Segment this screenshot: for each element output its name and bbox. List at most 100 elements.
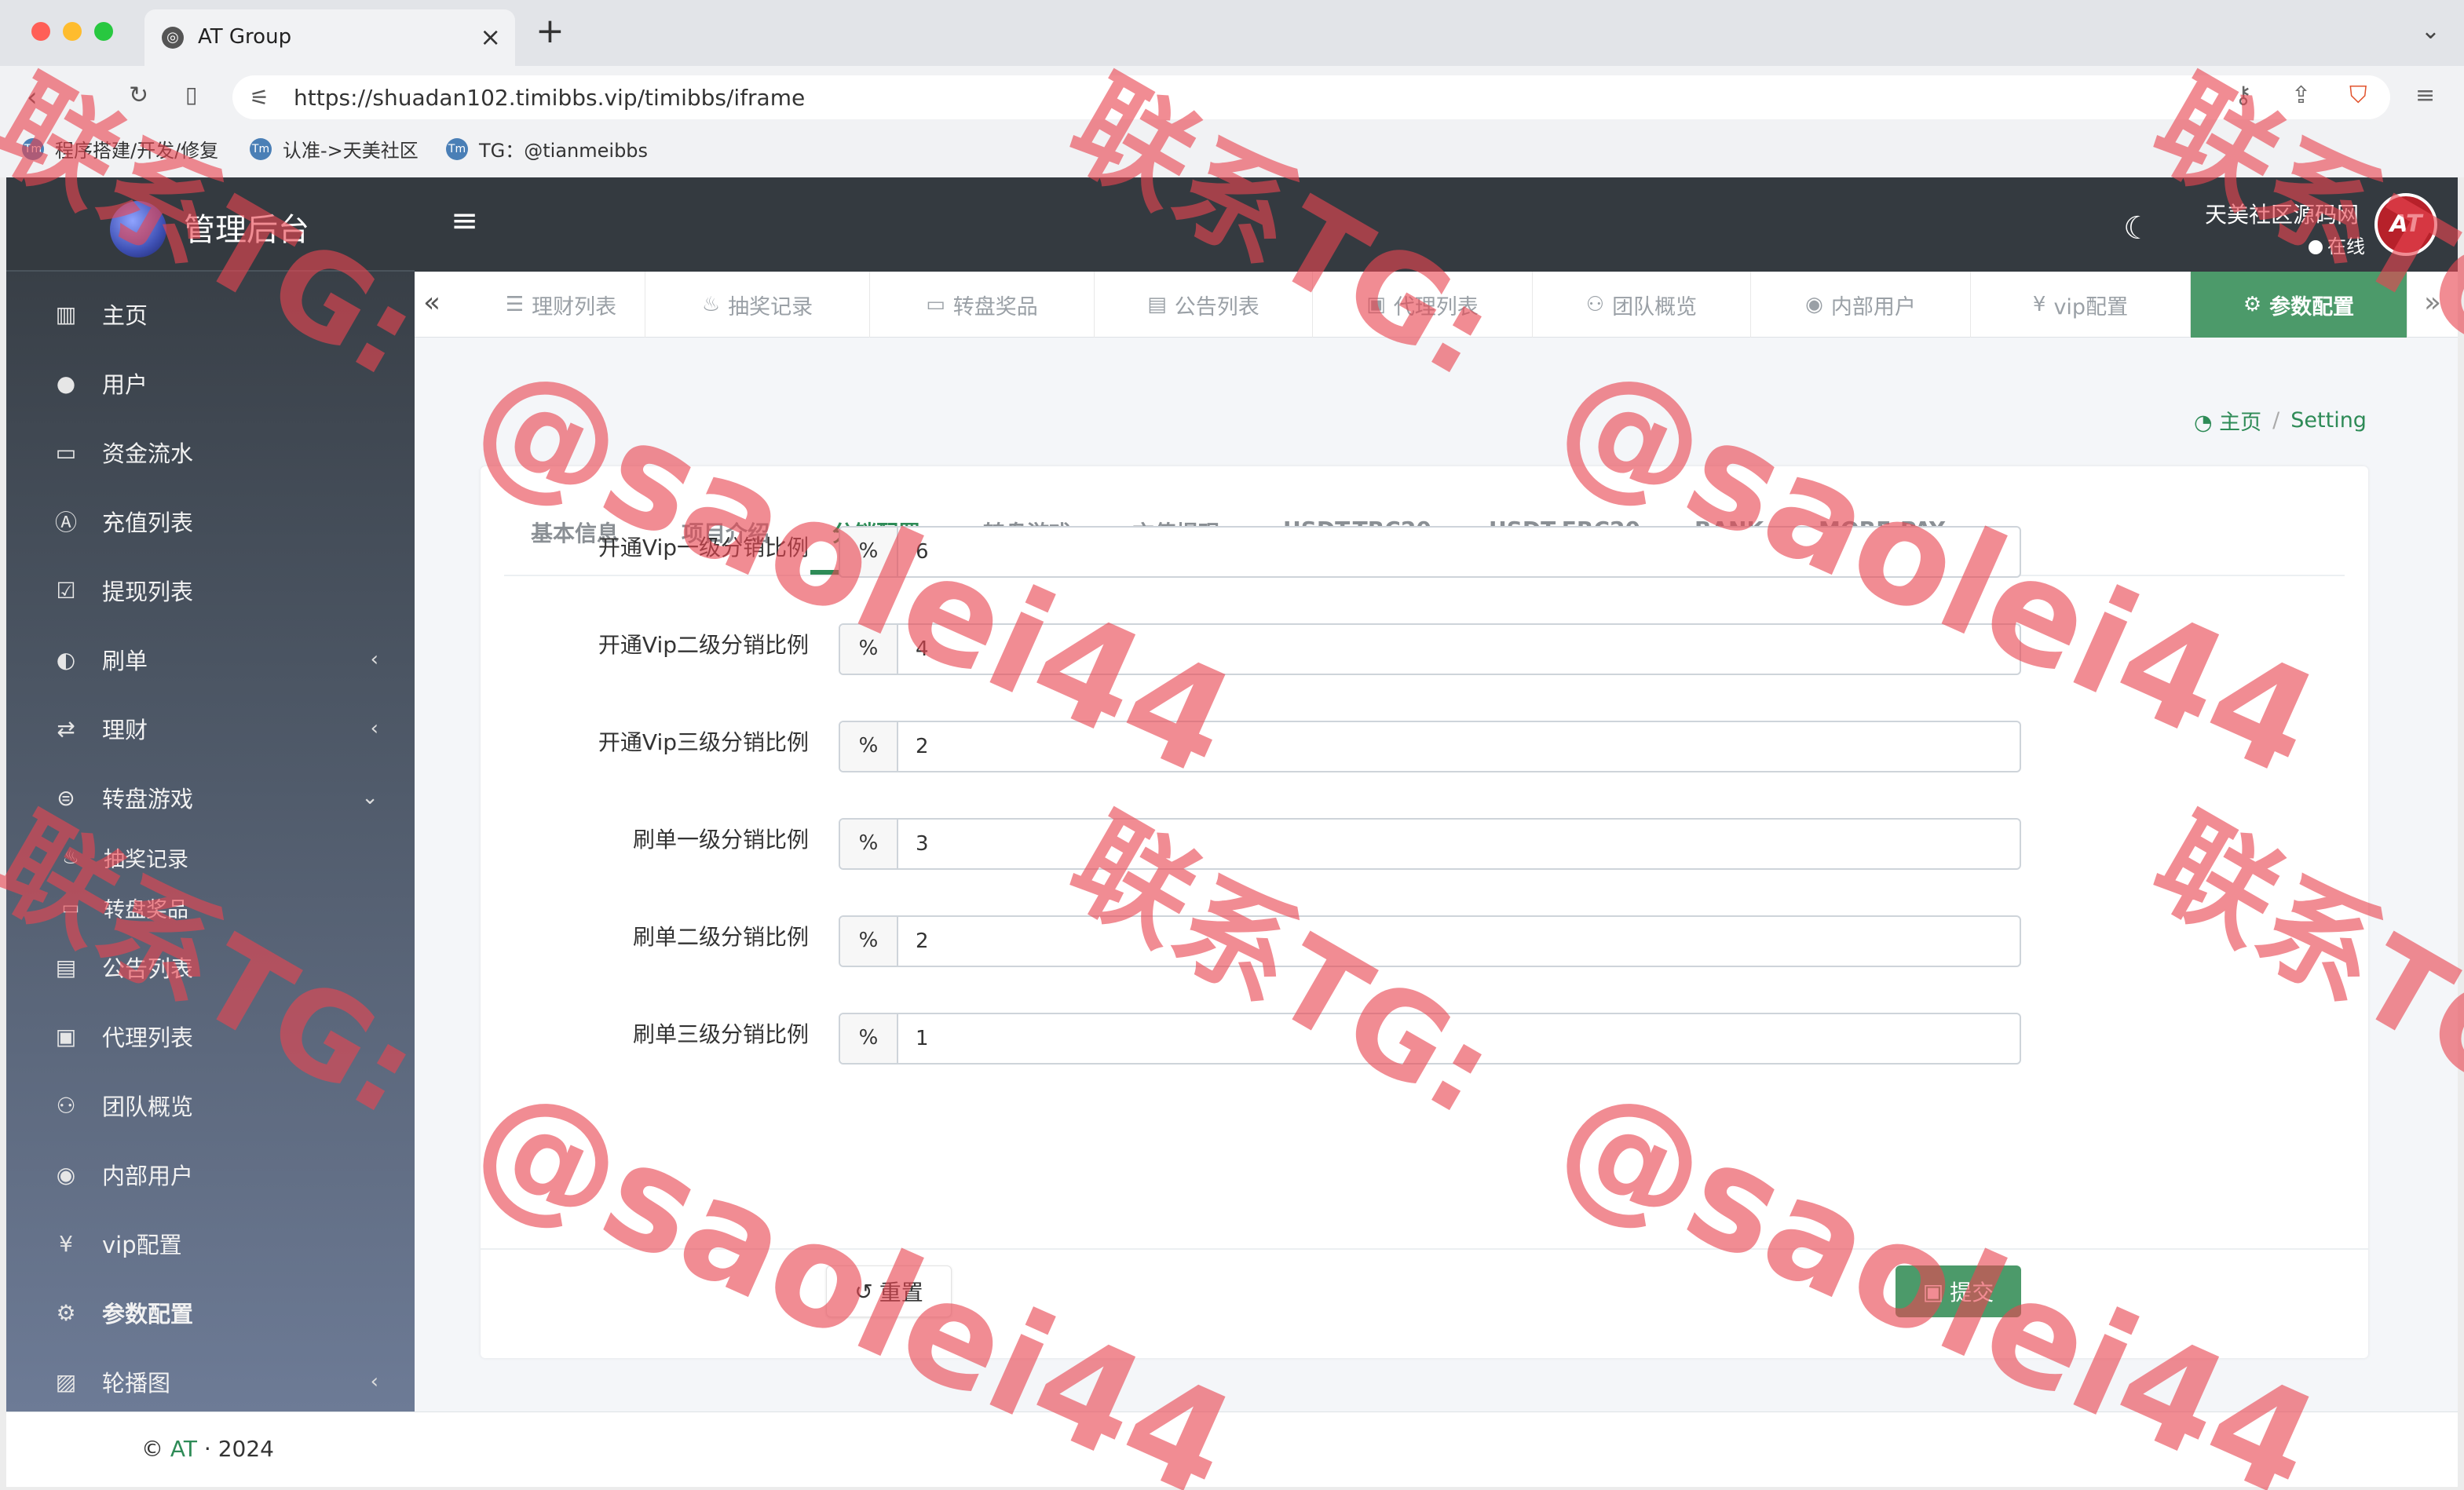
sidebar-item-10[interactable]: ⚇ 团队概览 bbox=[6, 1074, 415, 1137]
sidebar-subitem-1[interactable]: ▭ 转盘奖品 bbox=[6, 886, 415, 929]
share-icon[interactable]: ⇪ bbox=[2291, 82, 2311, 109]
key-icon[interactable]: ⚷ bbox=[2235, 82, 2252, 109]
bookmark-item[interactable]: Tm 认准->天美社区 bbox=[250, 135, 419, 163]
percent-addon: % bbox=[840, 917, 898, 966]
sidebar-item-label: vip配置 bbox=[102, 1232, 182, 1258]
page-tab-0[interactable]: ☰ 理财列表 bbox=[477, 272, 645, 338]
sidebar-item-13[interactable]: ⚙ 参数配置 bbox=[6, 1281, 415, 1344]
page-tab-1[interactable]: ♨ 抽奖记录 bbox=[645, 272, 870, 338]
field-label: 开通Vip二级分销比例 bbox=[598, 632, 809, 658]
sidebar-item-label: 内部用户 bbox=[102, 1163, 194, 1189]
admin-app: 管理后台 ▥ 主页 ● 用户 ▭ 资金流水 Ⓐ 充值列表 ☑ 提现列表 ◐ 刷单 ‹ ⇄ 理财 ‹ ⊜ 转盘游戏 ⌄… bbox=[6, 177, 2458, 1487]
sidebar-item-0[interactable]: ▥ 主页 bbox=[6, 283, 415, 345]
sidebar-item-3[interactable]: Ⓐ 充值列表 bbox=[6, 490, 415, 553]
save-icon: ▣ bbox=[1922, 1278, 1944, 1305]
site-settings-icon[interactable]: ⚟ bbox=[250, 85, 269, 111]
users-icon: ⚇ bbox=[1585, 293, 1605, 316]
reload-icon[interactable]: ↻ bbox=[129, 82, 148, 109]
page-tab-7[interactable]: ¥ vip配置 bbox=[1971, 272, 2191, 338]
ratio-input[interactable]: % 6 bbox=[839, 526, 2021, 578]
cogs-icon: ⚙ bbox=[2243, 293, 2262, 316]
footer-brand-link[interactable]: AT bbox=[170, 1436, 197, 1462]
zoom-window-button[interactable] bbox=[94, 22, 113, 41]
bookmark-item[interactable]: Tm 程序搭建/开发/修复 bbox=[22, 135, 218, 163]
reset-button[interactable]: ↺ 重置 bbox=[826, 1265, 952, 1317]
sidebar-subitem-0[interactable]: ♨ 抽奖记录 bbox=[6, 835, 415, 879]
input-value: 2 bbox=[916, 735, 929, 758]
sidebar-item-12[interactable]: ¥ vip配置 bbox=[6, 1212, 415, 1275]
user-name[interactable]: 天美社区源码网 bbox=[2205, 198, 2359, 229]
browser-tab[interactable]: ◎ AT Group × bbox=[144, 9, 515, 66]
address-bar[interactable]: ⚟ https://shuadan102.timibbs.vip/timibbs… bbox=[232, 75, 2390, 119]
input-value: 6 bbox=[916, 540, 929, 564]
dark-mode-toggle-icon[interactable]: ☾ bbox=[2123, 210, 2151, 247]
bookmark-icon[interactable]: ▯ bbox=[185, 82, 197, 108]
page-tab-label: 理财列表 bbox=[532, 294, 617, 320]
page-tab-6[interactable]: ◉ 内部用户 bbox=[1751, 272, 1971, 338]
ratio-input[interactable]: % 2 bbox=[839, 915, 2021, 967]
chevron-down-icon[interactable]: ⌄ bbox=[2421, 17, 2440, 45]
form-row: 开通Vip三级分销比例% 2 bbox=[481, 721, 2368, 772]
checkbox-icon: ☑ bbox=[56, 577, 76, 604]
ratio-input[interactable]: % 1 bbox=[839, 1013, 2021, 1065]
sidebar-item-9[interactable]: ▣ 代理列表 bbox=[6, 1005, 415, 1068]
id-badge-icon: ▣ bbox=[55, 1023, 77, 1050]
page-tab-3[interactable]: ▤ 公告列表 bbox=[1095, 272, 1313, 338]
ratio-input[interactable]: % 2 bbox=[839, 721, 2021, 772]
sidebar-item-label: 轮播图 bbox=[102, 1370, 171, 1397]
avatar[interactable]: AT bbox=[2374, 193, 2437, 256]
form-row: 开通Vip二级分销比例 % 4 bbox=[481, 623, 2368, 675]
menu-icon[interactable]: ≡ bbox=[2415, 82, 2435, 109]
page-tab-5[interactable]: ⚇ 团队概览 bbox=[1533, 272, 1751, 338]
page-tab-label: 参数配置 bbox=[2269, 294, 2355, 320]
browser-chrome: ◎ AT Group × + ⌄ ‹ ↻ ▯ ⚟ https://shuadan… bbox=[0, 0, 2464, 177]
online-dot-icon bbox=[2309, 240, 2323, 254]
sidebar-item-1[interactable]: ● 用户 bbox=[6, 352, 415, 414]
sidebar-item-5[interactable]: ◐ 刷单 ‹ bbox=[6, 628, 415, 691]
page-footer: © AT · 2024 bbox=[6, 1411, 2458, 1487]
submit-button[interactable]: ▣ 提交 bbox=[1896, 1265, 2021, 1317]
page-tab-8[interactable]: ⚙ 参数配置 bbox=[2191, 272, 2407, 338]
breadcrumb-home[interactable]: ◔ 主页 bbox=[2194, 405, 2261, 436]
hamburger-menu-icon[interactable]: ≡ bbox=[451, 201, 478, 239]
tabs-scroll-left-icon[interactable]: « bbox=[415, 272, 449, 338]
sidebar-item-label: 主页 bbox=[102, 302, 148, 329]
minimize-window-button[interactable] bbox=[63, 22, 82, 41]
close-tab-icon[interactable]: × bbox=[480, 22, 501, 52]
user-icon: ● bbox=[56, 370, 76, 396]
cake-icon: ♨ bbox=[62, 846, 79, 868]
settings-card: 基本信息项目介绍分销配置转盘游戏充值提现USDT-TRC20USDT-ERC20… bbox=[481, 466, 2368, 1358]
page-tab-label: 转盘奖品 bbox=[952, 294, 1038, 320]
new-tab-icon[interactable]: + bbox=[536, 11, 565, 51]
user-status: 在线 bbox=[2309, 231, 2365, 258]
page-tab-2[interactable]: ▭ 转盘奖品 bbox=[870, 272, 1095, 338]
breadcrumb-current: Setting bbox=[2290, 408, 2367, 433]
bookmark-item[interactable]: Tm TG：@tianmeibbs bbox=[446, 135, 648, 163]
document-icon: ▤ bbox=[55, 954, 77, 981]
brand[interactable]: 管理后台 bbox=[6, 177, 415, 272]
tabs-scroll-right-icon[interactable]: » bbox=[2407, 272, 2458, 338]
input-value: 4 bbox=[916, 637, 929, 661]
sidebar-item-4[interactable]: ☑ 提现列表 bbox=[6, 559, 415, 622]
sidebar-item-label: 参数配置 bbox=[102, 1301, 194, 1327]
sidebar-item-11[interactable]: ◉ 内部用户 bbox=[6, 1143, 415, 1206]
page-tab-label: 公告列表 bbox=[1174, 294, 1259, 320]
sidebar-item-6[interactable]: ⇄ 理财 ‹ bbox=[6, 697, 415, 760]
sidebar-item-14[interactable]: ▨ 轮播图 ‹ bbox=[6, 1350, 415, 1413]
field-label: 刷单二级分销比例 bbox=[632, 924, 809, 950]
sidebar-item-7[interactable]: ⊜ 转盘游戏 ⌄ bbox=[6, 766, 415, 829]
form-row: 刷单二级分销比例 % 2 bbox=[481, 915, 2368, 967]
page-tab-label: 抽奖记录 bbox=[728, 294, 813, 320]
form-row: 开通Vip一级分销比例% 6 bbox=[481, 526, 2368, 578]
ratio-input[interactable]: % 4 bbox=[839, 623, 2021, 675]
sidebar-item-8[interactable]: ▤ 公告列表 bbox=[6, 936, 415, 999]
tm-favicon-icon: Tm bbox=[446, 137, 468, 160]
page-tab-4[interactable]: ▣ 代理列表 bbox=[1313, 272, 1533, 338]
breadcrumb: ◔ 主页 / Setting bbox=[2194, 405, 2367, 436]
back-icon[interactable]: ‹ bbox=[27, 82, 38, 113]
input-value: 3 bbox=[916, 832, 929, 856]
ratio-input[interactable]: % 3 bbox=[839, 818, 2021, 870]
sidebar-item-2[interactable]: ▭ 资金流水 bbox=[6, 421, 415, 484]
brave-shield-icon[interactable]: ⛉ bbox=[2349, 82, 2367, 109]
close-window-button[interactable] bbox=[31, 22, 50, 41]
